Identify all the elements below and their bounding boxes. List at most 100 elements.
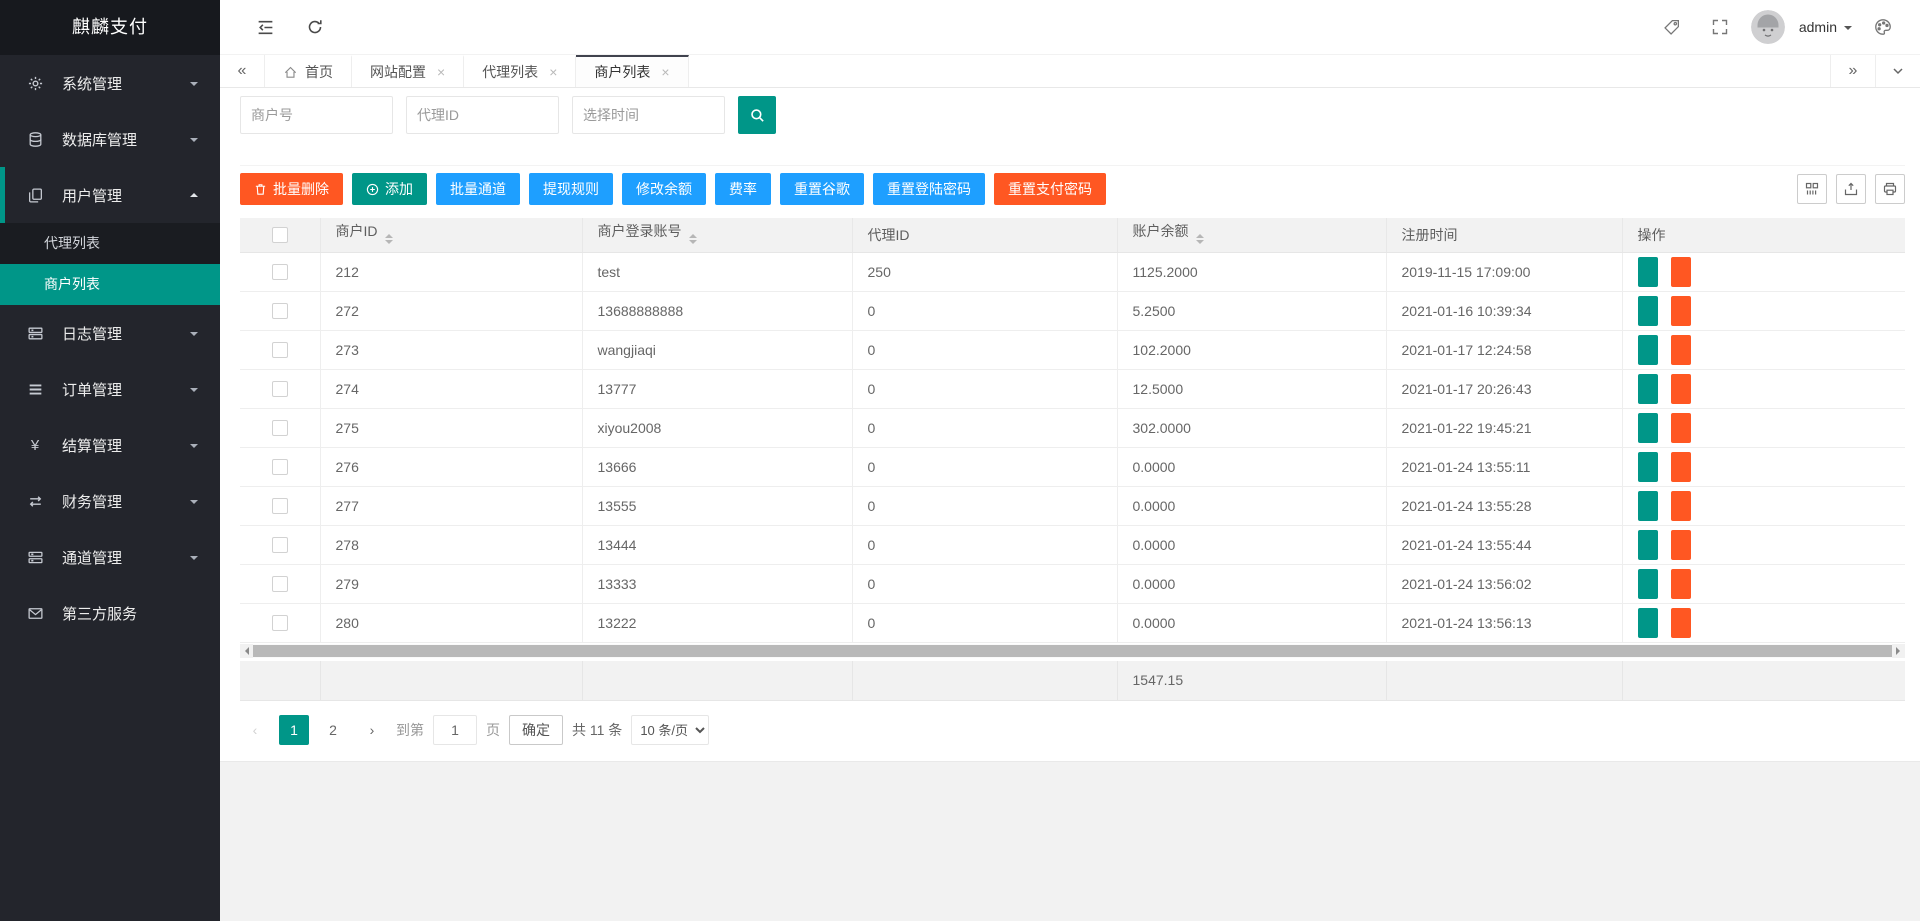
avatar[interactable] bbox=[1751, 10, 1785, 44]
sidebar-collapse-button[interactable] bbox=[248, 10, 282, 44]
print-button[interactable] bbox=[1875, 174, 1905, 204]
row-action-orange-button[interactable] bbox=[1671, 257, 1691, 287]
row-action-orange-button[interactable] bbox=[1671, 608, 1691, 638]
list-icon bbox=[25, 381, 45, 398]
sidebar-subitem-agent-list[interactable]: 代理列表 bbox=[0, 223, 220, 264]
row-action-teal-button[interactable] bbox=[1638, 569, 1658, 599]
batch-channel-button[interactable]: 批量通道 bbox=[436, 173, 520, 205]
topbar: admin bbox=[220, 0, 1920, 55]
export-button[interactable] bbox=[1836, 174, 1866, 204]
cell-agent-id: 0 bbox=[852, 291, 1117, 330]
row-action-orange-button[interactable] bbox=[1671, 452, 1691, 482]
row-action-orange-button[interactable] bbox=[1671, 569, 1691, 599]
row-checkbox[interactable] bbox=[272, 537, 288, 553]
sidebar-item-finance[interactable]: 财务管理 bbox=[0, 473, 220, 529]
row-action-teal-button[interactable] bbox=[1638, 530, 1658, 560]
tab-merchant-list[interactable]: 商户列表× bbox=[576, 55, 688, 87]
close-icon[interactable]: × bbox=[549, 64, 557, 80]
scroll-right-arrow[interactable] bbox=[1892, 644, 1905, 658]
database-icon bbox=[25, 131, 45, 148]
row-action-orange-button[interactable] bbox=[1671, 413, 1691, 443]
row-action-teal-button[interactable] bbox=[1638, 413, 1658, 443]
sidebar-subitem-merchant-list[interactable]: 商户列表 bbox=[0, 264, 220, 305]
sidebar-item-orders[interactable]: 订单管理 bbox=[0, 361, 220, 417]
withdraw-rules-button[interactable]: 提现规则 bbox=[529, 173, 613, 205]
tabs-scroll-right-button[interactable]: » bbox=[1830, 55, 1875, 87]
page-button-2[interactable]: 2 bbox=[318, 715, 348, 745]
rate-button[interactable]: 费率 bbox=[715, 173, 771, 205]
close-icon[interactable]: × bbox=[437, 64, 445, 80]
column-header-merchant-id[interactable]: 商户ID bbox=[320, 218, 582, 252]
add-button[interactable]: 添加 bbox=[352, 173, 427, 205]
row-action-teal-button[interactable] bbox=[1638, 257, 1658, 287]
close-icon[interactable]: × bbox=[661, 64, 669, 80]
row-checkbox[interactable] bbox=[272, 342, 288, 358]
row-action-teal-button[interactable] bbox=[1638, 335, 1658, 365]
row-actions-cell bbox=[1622, 330, 1905, 369]
next-page-button[interactable]: › bbox=[357, 715, 387, 745]
sort-icon[interactable] bbox=[1196, 230, 1204, 248]
sidebar-item-users[interactable]: 用户管理 bbox=[0, 167, 220, 223]
user-menu[interactable]: admin bbox=[1799, 19, 1852, 35]
row-action-teal-button[interactable] bbox=[1638, 452, 1658, 482]
row-action-orange-button[interactable] bbox=[1671, 491, 1691, 521]
cell-merchant-id: 212 bbox=[320, 252, 582, 291]
refresh-button[interactable] bbox=[298, 10, 332, 44]
sidebar-item-thirdparty[interactable]: 第三方服务 bbox=[0, 585, 220, 641]
sidebar-item-system[interactable]: 系统管理 bbox=[0, 55, 220, 111]
tab-agent-list[interactable]: 代理列表× bbox=[464, 55, 576, 87]
column-header-balance[interactable]: 账户余额 bbox=[1117, 218, 1386, 252]
page-button-1[interactable]: 1 bbox=[279, 715, 309, 745]
sidebar-item-settle[interactable]: ¥结算管理 bbox=[0, 417, 220, 473]
sidebar-item-channel[interactable]: 通道管理 bbox=[0, 529, 220, 585]
row-checkbox[interactable] bbox=[272, 459, 288, 475]
row-checkbox[interactable] bbox=[272, 498, 288, 514]
row-action-teal-button[interactable] bbox=[1638, 491, 1658, 521]
prev-page-button[interactable]: ‹ bbox=[240, 715, 270, 745]
row-action-orange-button[interactable] bbox=[1671, 335, 1691, 365]
sort-icon[interactable] bbox=[385, 230, 393, 248]
row-action-teal-button[interactable] bbox=[1638, 608, 1658, 638]
tag-icon[interactable] bbox=[1655, 10, 1689, 44]
reset-pay-pwd-button[interactable]: 重置支付密码 bbox=[994, 173, 1106, 205]
modify-balance-button[interactable]: 修改余额 bbox=[622, 173, 706, 205]
tab-site-config[interactable]: 网站配置× bbox=[352, 55, 464, 87]
horizontal-scrollbar[interactable] bbox=[240, 644, 1905, 658]
agent-id-input[interactable] bbox=[406, 96, 559, 134]
column-header-login-account[interactable]: 商户登录账号 bbox=[582, 218, 852, 252]
tabs-dropdown-button[interactable] bbox=[1875, 55, 1920, 87]
filter-columns-button[interactable] bbox=[1797, 174, 1827, 204]
goto-page-input[interactable] bbox=[433, 715, 477, 745]
scrollbar-thumb[interactable] bbox=[253, 645, 1892, 657]
theme-palette-icon[interactable] bbox=[1866, 10, 1900, 44]
row-action-teal-button[interactable] bbox=[1638, 296, 1658, 326]
scroll-left-arrow[interactable] bbox=[240, 644, 253, 658]
row-checkbox[interactable] bbox=[272, 615, 288, 631]
row-checkbox[interactable] bbox=[272, 381, 288, 397]
search-button[interactable] bbox=[738, 96, 776, 134]
page-size-select[interactable]: 10 条/页 bbox=[631, 715, 709, 745]
fullscreen-icon[interactable] bbox=[1703, 10, 1737, 44]
tab-home[interactable]: 首页 bbox=[265, 55, 352, 87]
row-action-orange-button[interactable] bbox=[1671, 530, 1691, 560]
cell-agent-id: 0 bbox=[852, 603, 1117, 642]
row-action-orange-button[interactable] bbox=[1671, 296, 1691, 326]
merchant-no-input[interactable] bbox=[240, 96, 393, 134]
tabs-scroll-left-button[interactable]: « bbox=[220, 55, 265, 87]
row-action-orange-button[interactable] bbox=[1671, 374, 1691, 404]
app-logo: 麒麟支付 bbox=[0, 0, 220, 55]
sidebar-item-logs[interactable]: 日志管理 bbox=[0, 305, 220, 361]
row-checkbox[interactable] bbox=[272, 303, 288, 319]
sort-icon[interactable] bbox=[689, 230, 697, 248]
row-checkbox[interactable] bbox=[272, 264, 288, 280]
select-all-checkbox[interactable] bbox=[272, 227, 288, 243]
row-checkbox[interactable] bbox=[272, 420, 288, 436]
date-picker-input[interactable] bbox=[572, 96, 725, 134]
sidebar-item-database[interactable]: 数据库管理 bbox=[0, 111, 220, 167]
reset-login-pwd-button[interactable]: 重置登陆密码 bbox=[873, 173, 985, 205]
reset-google-button[interactable]: 重置谷歌 bbox=[780, 173, 864, 205]
row-checkbox[interactable] bbox=[272, 576, 288, 592]
goto-confirm-button[interactable]: 确定 bbox=[509, 715, 563, 745]
row-action-teal-button[interactable] bbox=[1638, 374, 1658, 404]
batch-delete-button[interactable]: 批量删除 bbox=[240, 173, 343, 205]
